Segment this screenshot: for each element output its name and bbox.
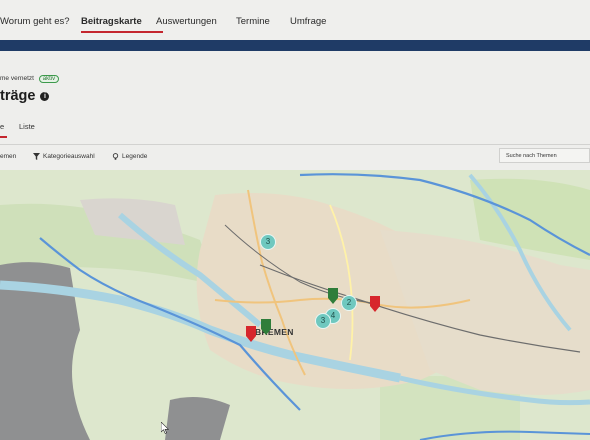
themes-filter[interactable]: emen [0, 153, 16, 160]
subtab-indicator [0, 136, 7, 138]
map-cluster[interactable]: 3 [315, 313, 331, 329]
mouse-cursor-icon [161, 422, 169, 434]
top-navigation: Worum geht es? Beitragskarte Auswertunge… [0, 0, 590, 40]
map-dark-area [165, 396, 230, 440]
lightbulb-icon [112, 153, 119, 160]
category-filter-button[interactable]: Kategorieauswahl [33, 153, 95, 160]
status-badge: aktiv [38, 75, 60, 83]
legend-button[interactable]: Legende [112, 153, 147, 160]
brand-band [0, 40, 590, 51]
info-icon[interactable]: i [40, 92, 50, 101]
map-marker-green[interactable] [261, 319, 271, 335]
map-marker-red[interactable] [370, 296, 380, 312]
map-marker-green[interactable] [328, 288, 338, 304]
project-label: me vernetzt [0, 75, 34, 82]
map-marker-red[interactable] [246, 326, 256, 342]
nav-item-umfrage[interactable]: Umfrage [290, 16, 326, 27]
category-label: Kategorieauswahl [43, 153, 95, 160]
active-tab-indicator [81, 31, 163, 33]
themes-label: emen [0, 153, 17, 160]
project-info: me vernetzt aktiv [0, 75, 60, 83]
map-cluster[interactable]: 2 [341, 295, 357, 311]
tab-karte[interactable]: e [0, 122, 4, 131]
filter-icon [33, 153, 40, 160]
map-cluster[interactable]: 3 [260, 234, 276, 250]
nav-item-termine[interactable]: Termine [236, 16, 270, 27]
legend-label: Legende [122, 153, 148, 160]
nav-item-beitragskarte[interactable]: Beitragskarte [81, 16, 142, 27]
page-title-text: träge [0, 88, 36, 104]
nav-item-worum[interactable]: Worum geht es? [0, 16, 70, 27]
nav-item-auswertungen[interactable]: Auswertungen [156, 16, 217, 27]
tab-liste[interactable]: Liste [19, 122, 35, 131]
map[interactable] [0, 170, 590, 440]
divider [0, 144, 590, 145]
page-title: träge i [0, 88, 50, 104]
search-input[interactable] [499, 148, 590, 163]
